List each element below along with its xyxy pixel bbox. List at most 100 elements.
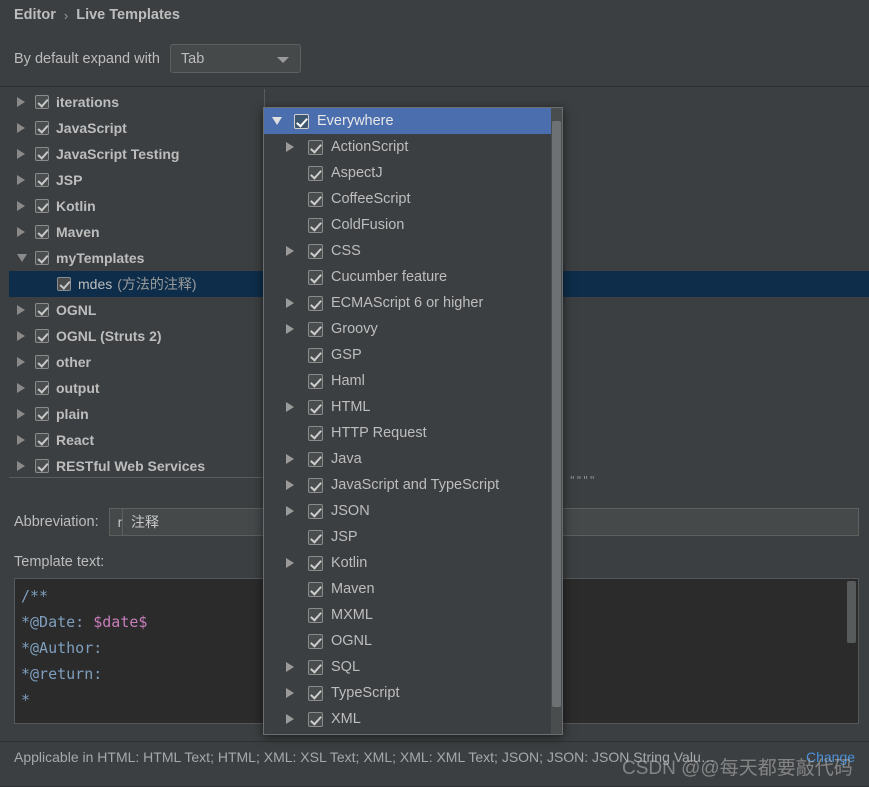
- checkbox-checked-icon[interactable]: [35, 95, 49, 109]
- tree-row[interactable]: Kotlin: [9, 193, 264, 219]
- checkbox-checked-icon[interactable]: [308, 711, 323, 727]
- checkbox-checked-icon[interactable]: [35, 199, 49, 213]
- popup-list-item[interactable]: TypeScript: [264, 680, 554, 706]
- popup-list-item[interactable]: CoffeeScript: [264, 186, 554, 212]
- triangle-right-icon[interactable]: [286, 402, 308, 412]
- checkbox-checked-icon[interactable]: [35, 355, 49, 369]
- triangle-right-icon[interactable]: [286, 142, 308, 152]
- popup-list-item[interactable]: JSON: [264, 498, 554, 524]
- tree-row[interactable]: Maven: [9, 219, 264, 245]
- tree-row[interactable]: React: [9, 427, 264, 453]
- triangle-right-icon[interactable]: [286, 662, 308, 672]
- checkbox-checked-icon[interactable]: [308, 139, 323, 155]
- triangle-right-icon[interactable]: [17, 227, 35, 237]
- popup-list-item[interactable]: Cucumber feature: [264, 264, 554, 290]
- triangle-right-icon[interactable]: [17, 149, 35, 159]
- triangle-right-icon[interactable]: [286, 298, 308, 308]
- triangle-right-icon[interactable]: [286, 714, 308, 724]
- tree-row[interactable]: plain: [9, 401, 264, 427]
- checkbox-checked-icon[interactable]: [308, 659, 323, 675]
- popup-list-item[interactable]: Groovy: [264, 316, 554, 342]
- triangle-right-icon[interactable]: [286, 480, 308, 490]
- expand-with-select[interactable]: Tab: [169, 44, 301, 73]
- triangle-right-icon[interactable]: [17, 383, 35, 393]
- checkbox-checked-icon[interactable]: [35, 459, 49, 473]
- triangle-right-icon[interactable]: [17, 461, 35, 471]
- popup-list-item[interactable]: HTTP Request: [264, 420, 554, 446]
- checkbox-checked-icon[interactable]: [35, 407, 49, 421]
- popup-list-item[interactable]: GSP: [264, 342, 554, 368]
- checkbox-checked-icon[interactable]: [35, 329, 49, 343]
- checkbox-checked-icon[interactable]: [308, 373, 323, 389]
- editor-scrollbar-thumb[interactable]: [847, 581, 856, 643]
- checkbox-checked-icon[interactable]: [294, 113, 309, 129]
- triangle-right-icon[interactable]: [17, 305, 35, 315]
- checkbox-checked-icon[interactable]: [35, 381, 49, 395]
- popup-list-item[interactable]: XML: [264, 706, 554, 732]
- triangle-down-icon[interactable]: [272, 117, 294, 125]
- checkbox-checked-icon[interactable]: [308, 399, 323, 415]
- triangle-right-icon[interactable]: [17, 123, 35, 133]
- popup-scrollbar-thumb[interactable]: [552, 121, 561, 707]
- popup-list-item[interactable]: ECMAScript 6 or higher: [264, 290, 554, 316]
- checkbox-checked-icon[interactable]: [35, 225, 49, 239]
- checkbox-checked-icon[interactable]: [308, 581, 323, 597]
- popup-list-item[interactable]: Maven: [264, 576, 554, 602]
- checkbox-checked-icon[interactable]: [308, 555, 323, 571]
- popup-list-item[interactable]: JavaScript and TypeScript: [264, 472, 554, 498]
- popup-list-item[interactable]: AspectJ: [264, 160, 554, 186]
- triangle-right-icon[interactable]: [17, 331, 35, 341]
- popup-list-item[interactable]: Kotlin: [264, 550, 554, 576]
- checkbox-checked-icon[interactable]: [308, 477, 323, 493]
- popup-list-item[interactable]: OGNL: [264, 628, 554, 654]
- checkbox-checked-icon[interactable]: [308, 347, 323, 363]
- triangle-right-icon[interactable]: [17, 201, 35, 211]
- checkbox-checked-icon[interactable]: [308, 633, 323, 649]
- checkbox-checked-icon[interactable]: [308, 165, 323, 181]
- triangle-right-icon[interactable]: [286, 506, 308, 516]
- triangle-right-icon[interactable]: [286, 246, 308, 256]
- checkbox-checked-icon[interactable]: [35, 303, 49, 317]
- checkbox-checked-icon[interactable]: [35, 173, 49, 187]
- triangle-right-icon[interactable]: [286, 558, 308, 568]
- checkbox-checked-icon[interactable]: [308, 191, 323, 207]
- checkbox-checked-icon[interactable]: [308, 425, 323, 441]
- triangle-right-icon[interactable]: [17, 409, 35, 419]
- popup-list-item[interactable]: Haml: [264, 368, 554, 394]
- tree-row[interactable]: JSP: [9, 167, 264, 193]
- popup-list-item[interactable]: Java: [264, 446, 554, 472]
- checkbox-checked-icon[interactable]: [308, 321, 323, 337]
- checkbox-checked-icon[interactable]: [35, 147, 49, 161]
- tree-row[interactable]: myTemplates: [9, 245, 264, 271]
- popup-list-item[interactable]: SQL: [264, 654, 554, 680]
- tree-row[interactable]: other: [9, 349, 264, 375]
- tree-row[interactable]: iterations: [9, 89, 264, 115]
- tree-row[interactable]: OGNL: [9, 297, 264, 323]
- checkbox-checked-icon[interactable]: [308, 269, 323, 285]
- change-context-link[interactable]: Change: [806, 749, 855, 765]
- triangle-right-icon[interactable]: [286, 688, 308, 698]
- context-selection-popup[interactable]: Everywhere ActionScript AspectJ CoffeeScrip…: [263, 107, 563, 735]
- popup-list-item[interactable]: JSP: [264, 524, 554, 550]
- checkbox-checked-icon[interactable]: [35, 251, 49, 265]
- checkbox-checked-icon[interactable]: [308, 607, 323, 623]
- checkbox-checked-icon[interactable]: [57, 277, 71, 291]
- checkbox-checked-icon[interactable]: [35, 433, 49, 447]
- checkbox-checked-icon[interactable]: [308, 529, 323, 545]
- checkbox-checked-icon[interactable]: [308, 685, 323, 701]
- checkbox-checked-icon[interactable]: [35, 121, 49, 135]
- tree-row[interactable]: output: [9, 375, 264, 401]
- popup-list-item[interactable]: CSS: [264, 238, 554, 264]
- triangle-down-icon[interactable]: [17, 254, 35, 262]
- checkbox-checked-icon[interactable]: [308, 217, 323, 233]
- popup-scrollbar-track[interactable]: [551, 108, 562, 734]
- tree-row[interactable]: JavaScript Testing: [9, 141, 264, 167]
- triangle-right-icon[interactable]: [17, 435, 35, 445]
- breadcrumb-parent[interactable]: Editor: [14, 7, 56, 23]
- checkbox-checked-icon[interactable]: [308, 451, 323, 467]
- checkbox-checked-icon[interactable]: [308, 243, 323, 259]
- checkbox-checked-icon[interactable]: [308, 295, 323, 311]
- triangle-right-icon[interactable]: [17, 357, 35, 367]
- tree-row[interactable]: OGNL (Struts 2): [9, 323, 264, 349]
- template-group-tree[interactable]: iterations JavaScript JavaScript Testing JS…: [9, 89, 265, 478]
